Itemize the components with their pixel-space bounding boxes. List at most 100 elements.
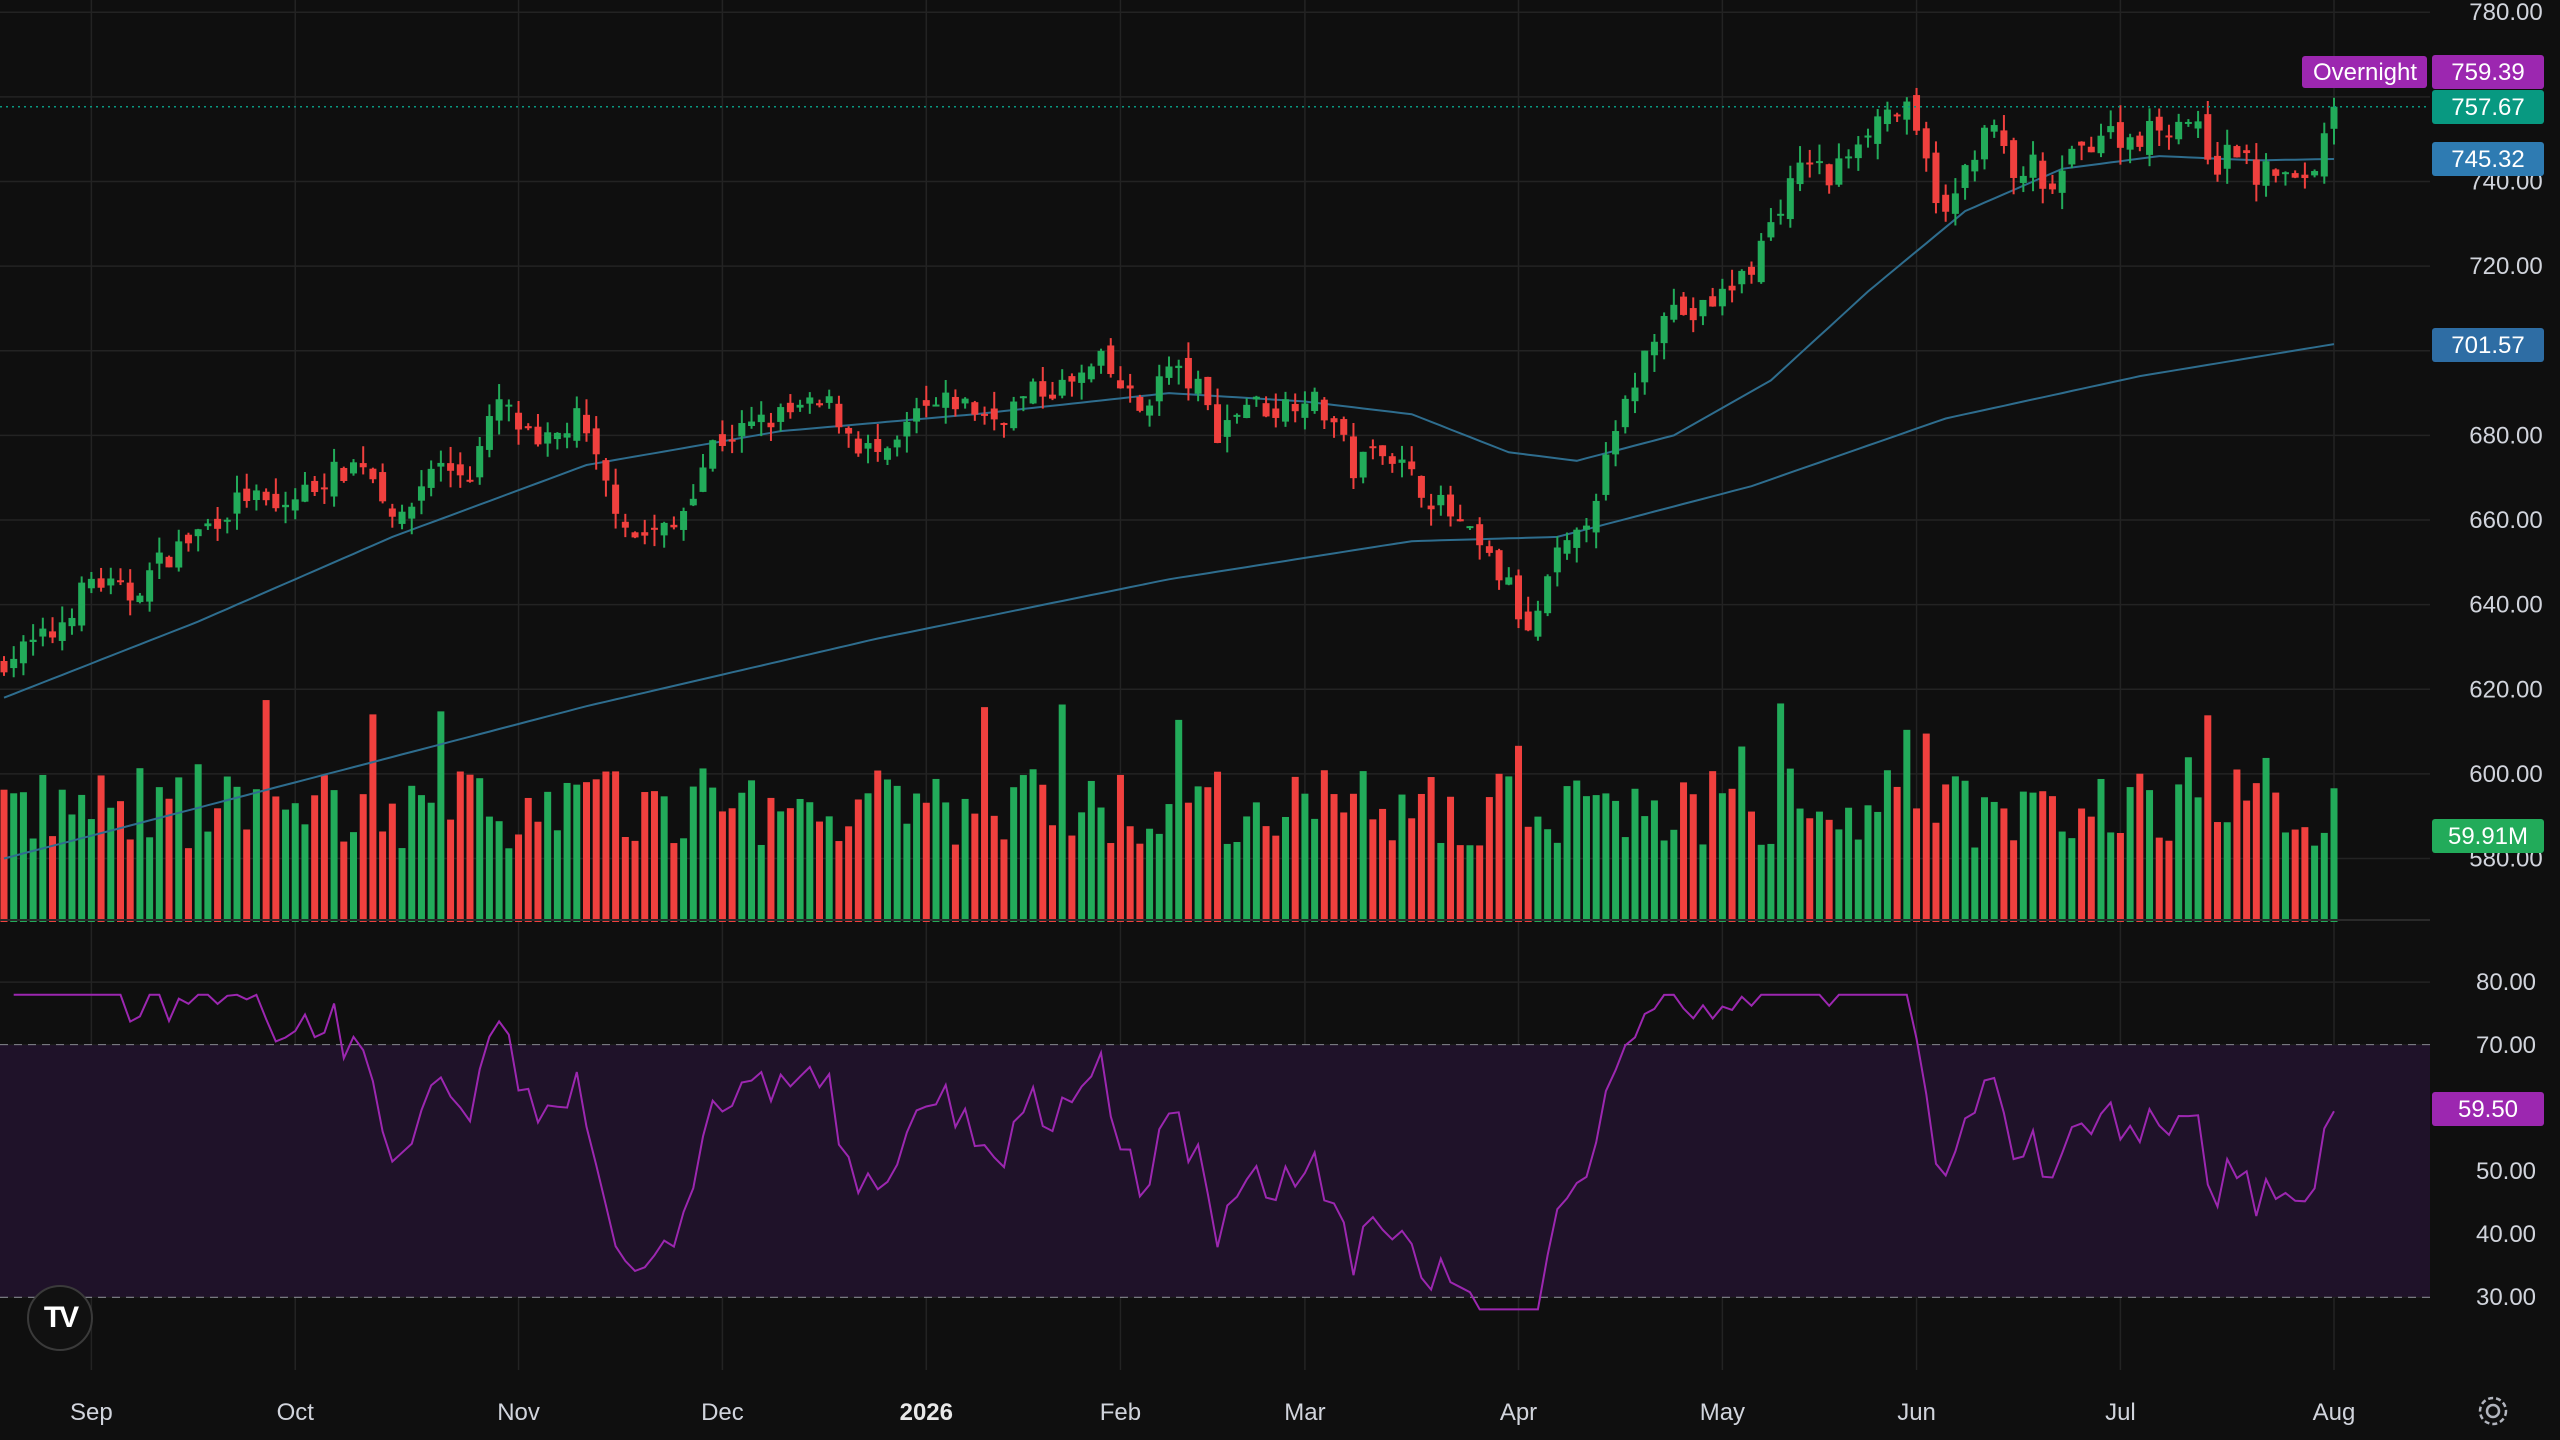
candle-body <box>117 580 124 583</box>
candle-body <box>1670 304 1678 320</box>
candle-body <box>1835 158 1843 185</box>
time-axis-label: Jun <box>1897 1399 1936 1426</box>
candle-body <box>534 426 542 445</box>
volume-bar <box>2262 757 2270 922</box>
volume-bar <box>971 813 979 922</box>
candle-body <box>0 660 8 673</box>
candle-body <box>291 499 299 511</box>
time-axis-label: Apr <box>1500 1399 1537 1426</box>
candle-body <box>825 396 833 403</box>
candle-body <box>1456 519 1464 522</box>
volume-bar <box>301 824 309 922</box>
volume-bar <box>1184 802 1192 922</box>
candle-body <box>447 463 455 471</box>
candle-body <box>1029 381 1037 404</box>
volume-bar <box>1107 843 1115 922</box>
candle-body <box>1563 540 1571 554</box>
volume-bar <box>359 794 367 922</box>
volume-bar <box>1126 826 1134 922</box>
candle-body <box>738 423 746 437</box>
volume-bar <box>107 807 115 922</box>
candle-body <box>971 402 979 415</box>
volume-bar <box>1680 782 1688 922</box>
candle-body <box>262 491 270 501</box>
volume-bar <box>214 808 222 922</box>
volume-bar <box>447 819 455 922</box>
candle-body <box>1233 414 1241 417</box>
volume-bar <box>2194 797 2202 922</box>
candle-body <box>913 408 921 422</box>
candle-body <box>2058 170 2066 193</box>
volume-bar <box>738 792 746 922</box>
settings-gear-icon[interactable] <box>2476 1394 2510 1428</box>
tradingview-logo[interactable]: TV <box>27 1285 93 1351</box>
logo-text: TV <box>43 1301 79 1334</box>
candle-body <box>1291 403 1299 412</box>
time-axis-label: May <box>1700 1399 1745 1426</box>
candle-body <box>592 428 600 455</box>
volume-bar <box>515 834 523 922</box>
candle-body <box>1544 576 1552 614</box>
candle-body <box>1349 436 1357 479</box>
volume-bar <box>1951 776 1959 922</box>
candle-body <box>1476 524 1484 546</box>
candle-body <box>1126 385 1134 389</box>
candle-body <box>1417 475 1425 498</box>
volume-bar <box>1815 811 1823 922</box>
volume-bar <box>757 844 765 922</box>
candle-body <box>49 631 57 638</box>
volume-bar <box>1553 842 1561 922</box>
candle-body <box>350 462 357 474</box>
candle-body <box>709 440 717 469</box>
volume-bar <box>117 801 124 922</box>
candle-body <box>427 468 435 488</box>
candle-body <box>718 434 726 446</box>
volume-bar <box>1282 816 1289 922</box>
volume-bar <box>466 774 474 922</box>
volume-bar <box>767 797 775 922</box>
volume-bar <box>796 798 804 922</box>
volume-bar <box>660 796 668 922</box>
rsi-tick-label: 50.00 <box>2476 1158 2536 1185</box>
volume-bar <box>1854 839 1862 922</box>
volume-bar <box>1573 780 1581 922</box>
candle-body <box>272 493 280 509</box>
volume-bar <box>223 776 231 922</box>
candle-body <box>2029 154 2037 178</box>
volume-bar <box>573 784 581 922</box>
volume-bar <box>680 838 688 922</box>
candle-body <box>1612 431 1620 455</box>
volume-bar <box>544 791 552 922</box>
time-axis-label: Sep <box>70 1399 113 1426</box>
price-chart[interactable]: 780.00740.00720.00680.00660.00640.00620.… <box>0 0 2560 1440</box>
candle-body <box>1573 529 1581 548</box>
candle-body <box>398 511 406 524</box>
volume-bar <box>2116 832 2124 922</box>
volume-bar <box>524 797 532 922</box>
candle-body <box>932 404 940 407</box>
volume-bar <box>1000 839 1008 922</box>
volume-bar <box>1650 800 1658 922</box>
volume-bar <box>816 821 823 922</box>
candle-body <box>631 532 639 538</box>
volume-bar <box>1505 776 1513 922</box>
candle-body <box>2019 175 2027 183</box>
candle-body <box>175 541 183 568</box>
candle-body <box>10 658 18 669</box>
candle-body <box>981 413 989 416</box>
candle-body <box>194 529 202 537</box>
candle-body <box>641 532 649 536</box>
candle-body <box>1194 378 1202 394</box>
volume-bar <box>699 768 707 922</box>
volume-bar <box>340 841 348 922</box>
candle-body <box>1951 193 1959 214</box>
volume-bar <box>476 778 484 922</box>
candle-body <box>1505 577 1513 585</box>
candle-body <box>854 438 862 454</box>
volume-bar <box>563 782 571 922</box>
candle-body <box>1553 547 1561 573</box>
candle-body <box>408 506 416 519</box>
volume-bar <box>2252 783 2260 922</box>
volume-bar <box>68 814 76 922</box>
volume-bar <box>2000 808 2008 922</box>
